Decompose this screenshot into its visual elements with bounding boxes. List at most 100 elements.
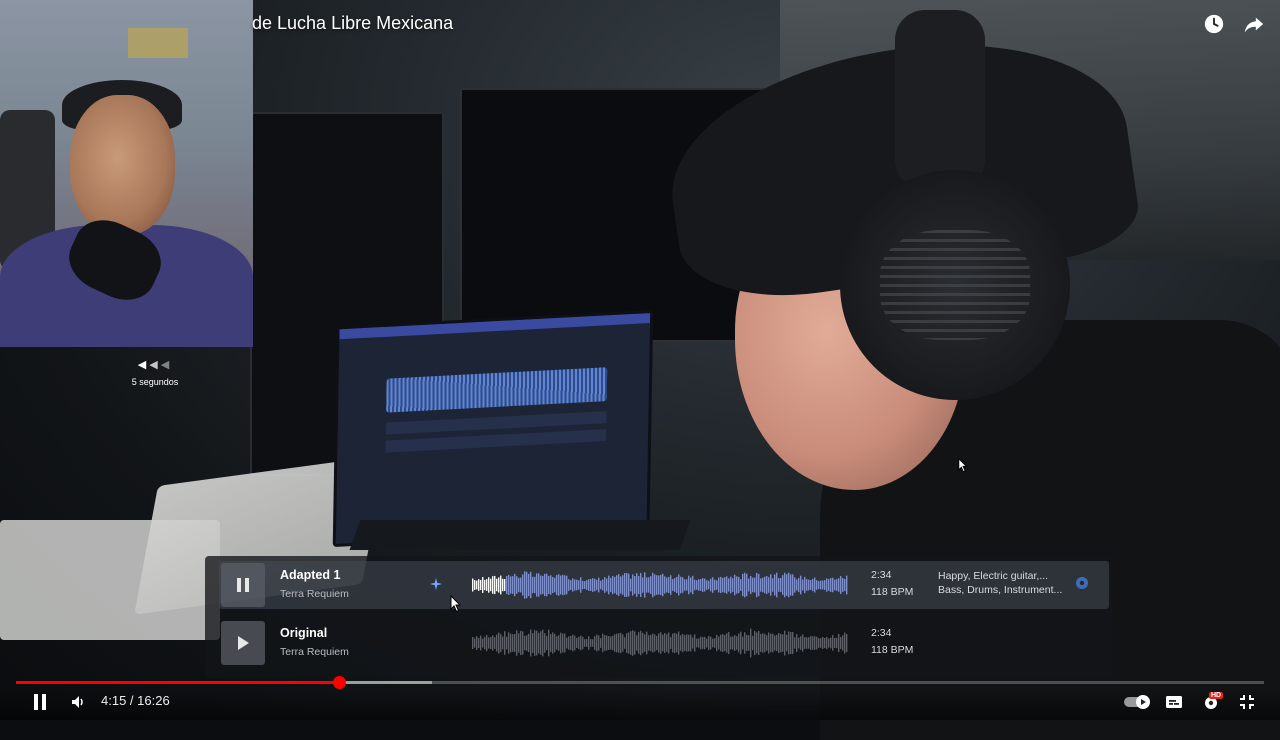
waveform-bar (712, 638, 714, 648)
waveform-bar (646, 577, 648, 593)
waveform-bar (564, 633, 566, 653)
scrubber-handle[interactable] (332, 676, 346, 689)
waveform[interactable] (472, 569, 848, 601)
waveform-bar (552, 632, 554, 654)
waveform-bar (600, 638, 602, 648)
waveform-bar (654, 634, 656, 652)
waveform-bar (700, 579, 702, 591)
seek-label: 5 segundos (131, 377, 179, 387)
waveform-bar (746, 634, 748, 652)
waveform-bar (832, 577, 834, 593)
waveform-bar (658, 575, 660, 595)
autoplay-toggle[interactable] (1122, 690, 1154, 714)
waveform-bar (524, 635, 526, 651)
waveform-bar (788, 631, 790, 655)
waveform-bar (636, 635, 638, 651)
waveform-bar (490, 636, 492, 650)
play-icon (238, 636, 249, 650)
waveform-bar (762, 633, 764, 653)
pause-button[interactable] (221, 563, 265, 607)
waveform-bar (620, 576, 622, 594)
waveform-bar (788, 572, 790, 598)
progress-bar[interactable] (16, 676, 1264, 689)
waveform-bar (722, 577, 724, 593)
track-name: Original (280, 626, 328, 640)
waveform-bar (654, 574, 656, 596)
waveform-bar (820, 580, 822, 590)
waveform-bar (812, 578, 814, 592)
waveform-bar (648, 577, 650, 593)
waveform-bar (620, 632, 622, 654)
pause-button[interactable] (28, 690, 52, 714)
waveform-bar (668, 632, 670, 654)
waveform-bar (662, 634, 664, 652)
waveform-bar (752, 577, 754, 593)
waveform-bar (754, 630, 756, 656)
waveform-bar (510, 633, 512, 653)
waveform-bar (776, 634, 778, 652)
waveform-bar (730, 576, 732, 594)
waveform-bar (604, 577, 606, 593)
waveform-bar (708, 580, 710, 590)
seek-indicator: ◀◀◀ 5 segundos (110, 358, 200, 387)
waveform-bar (504, 579, 506, 591)
waveform-bar (614, 634, 616, 652)
waveform-bar (798, 637, 800, 649)
waveform-bar (662, 573, 664, 597)
share-icon[interactable] (1242, 12, 1266, 36)
play-button[interactable] (221, 621, 265, 665)
waveform-bar (514, 573, 516, 597)
volume-button[interactable] (66, 690, 90, 714)
waveform-bar (596, 634, 598, 652)
waveform-bar (720, 634, 722, 652)
waveform-bar (570, 636, 572, 650)
waveform-bar (536, 630, 538, 656)
waveform-bar (686, 634, 688, 652)
waveform-bar (588, 579, 590, 591)
waveform-bar (686, 579, 688, 591)
waveform[interactable] (472, 627, 848, 659)
waveform-bar (488, 577, 490, 593)
waveform-bar (672, 579, 674, 591)
waveform-bar (718, 577, 720, 593)
settings-button[interactable]: HD (1198, 690, 1226, 714)
waveform-bar (498, 632, 500, 654)
waveform-bar (572, 634, 574, 652)
waveform-bar (842, 635, 844, 651)
waveform-bar (508, 632, 510, 654)
waveform-bar (496, 578, 498, 592)
waveform-bar (502, 636, 504, 650)
waveform-bar (748, 635, 750, 651)
waveform-bar (652, 572, 654, 598)
subtitles-button[interactable] (1162, 690, 1186, 714)
waveform-bar (706, 580, 708, 590)
waveform-bar (630, 578, 632, 592)
waveform-bar (838, 578, 840, 592)
waveform-bar (494, 637, 496, 649)
tags-line-1: Happy, Electric guitar,... (938, 570, 1049, 582)
waveform-bar (844, 578, 846, 592)
track-row-original[interactable]: Original Terra Requiem 2:34 118 BPM (219, 619, 1109, 667)
track-row-adapted[interactable]: Adapted 1 Terra Requiem 2:34 118 BPM Hap… (219, 561, 1109, 609)
waveform-bar (556, 574, 558, 596)
waveform-bar (554, 633, 556, 653)
waveform-bar (606, 635, 608, 651)
waveform-bar (810, 636, 812, 650)
waveform-bar (798, 577, 800, 593)
waveform-bar (706, 638, 708, 648)
waveform-bar (722, 634, 724, 652)
waveform-bar (564, 575, 566, 595)
waveform-bar (750, 628, 752, 658)
clock-icon[interactable] (1202, 12, 1226, 36)
waveform-bar (644, 572, 646, 598)
waveform-bar (836, 579, 838, 591)
exit-fullscreen-button[interactable] (1236, 690, 1258, 714)
waveform-bar (612, 635, 614, 651)
waveform-bar (560, 575, 562, 595)
waveform-bar (526, 571, 528, 599)
waveform-bar (802, 634, 804, 652)
settings-icon[interactable] (1074, 575, 1090, 596)
waveform-bar (702, 637, 704, 649)
waveform-bar (692, 575, 694, 595)
waveform-bar (520, 577, 522, 593)
